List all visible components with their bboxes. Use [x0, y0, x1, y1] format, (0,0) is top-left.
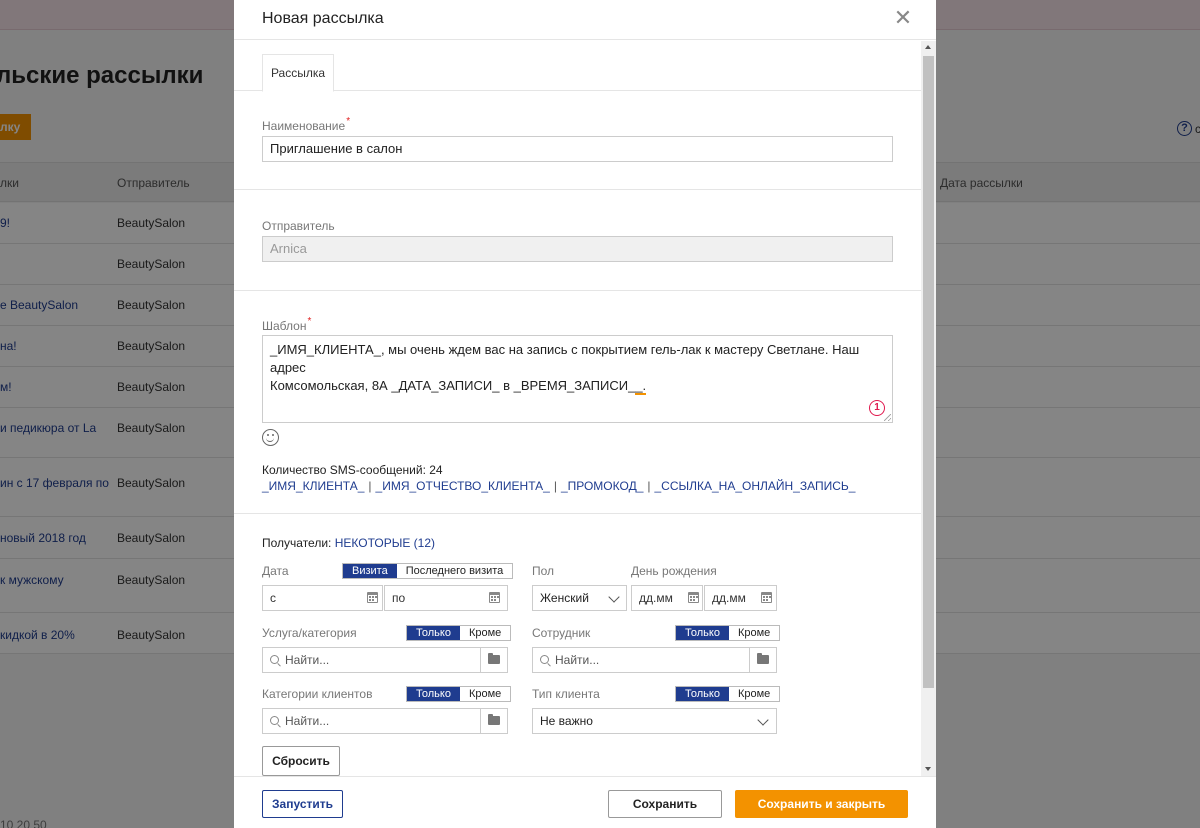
variable-separator: |	[368, 479, 372, 493]
employee-search[interactable]: Найти...	[532, 647, 777, 673]
chevron-down-icon	[608, 591, 620, 603]
client-type-select[interactable]: Не важно	[532, 708, 777, 734]
sender-input: Arnica	[262, 236, 893, 262]
scroll-thumb[interactable]	[923, 56, 934, 688]
modal-body: Рассылка Наименование* Приглашение в сал…	[234, 41, 936, 776]
variable-online-booking-link[interactable]: _ССЫЛКА_НА_ОНЛАЙН_ЗАПИСЬ_	[655, 479, 856, 493]
client-categories-search[interactable]: Найти...	[262, 708, 508, 734]
chevron-down-icon	[757, 714, 769, 726]
search-icon	[270, 655, 279, 664]
gender-label: Пол	[532, 564, 555, 578]
toggle-only[interactable]: Только	[407, 687, 460, 701]
divider	[234, 189, 921, 190]
birthday-label: День рождения	[631, 564, 717, 578]
recipients-summary: Получатели: НЕКОТОРЫЕ (12)	[262, 536, 435, 550]
employee-toggle: Только Кроме	[675, 625, 781, 641]
sender-label: Отправитель	[262, 219, 335, 233]
birthday-to-input[interactable]: дд.мм	[704, 585, 777, 611]
template-variables: _ИМЯ_КЛИЕНТА_ | _ИМЯ_ОТЧЕСТВО_КЛИЕНТА_ | _ПР…	[262, 479, 855, 493]
date-type-toggle: Визита Последнего визита	[342, 563, 514, 579]
date-label: Дата	[262, 564, 289, 578]
recipients-label: Получатели:	[262, 536, 332, 550]
folder-icon	[488, 714, 500, 725]
variable-separator: |	[553, 479, 557, 493]
service-toggle: Только Кроме	[406, 625, 512, 641]
folder-icon	[757, 653, 769, 664]
required-marker: *	[346, 116, 351, 127]
divider	[234, 290, 921, 291]
scroll-up-icon[interactable]	[925, 45, 931, 49]
name-input[interactable]: Приглашение в салон	[262, 136, 893, 162]
client-type-label: Тип клиента	[532, 687, 600, 701]
emoji-icon[interactable]	[262, 429, 279, 446]
required-marker: *	[307, 316, 312, 327]
calendar-icon[interactable]	[489, 592, 500, 603]
toggle-visit[interactable]: Визита	[343, 564, 397, 578]
search-placeholder: Найти...	[285, 653, 330, 667]
employee-label: Сотрудник	[532, 626, 591, 640]
calendar-icon[interactable]	[688, 592, 699, 603]
toggle-except[interactable]: Кроме	[459, 626, 511, 640]
recipients-link[interactable]: НЕКОТОРЫЕ (12)	[335, 536, 435, 550]
scrollbar[interactable]	[921, 41, 936, 776]
divider	[234, 513, 921, 514]
variable-separator: |	[647, 479, 651, 493]
template-line-1: _ИМЯ_КЛИЕНТА_, мы очень ждем вас на запи…	[270, 342, 860, 375]
client-categories-label: Категории клиентов	[262, 687, 373, 701]
birthday-from-input[interactable]: дд.мм	[631, 585, 703, 611]
client-categories-toggle: Только Кроме	[406, 686, 512, 702]
toggle-except[interactable]: Кроме	[728, 626, 780, 640]
gender-select[interactable]: Женский	[532, 585, 627, 611]
reset-button[interactable]: Сбросить	[262, 746, 340, 776]
new-mailing-modal: Новая рассылка ✕ Рассылка Наименование* …	[234, 0, 936, 828]
name-label: Наименование*	[262, 116, 351, 133]
modal-title: Новая рассылка	[262, 10, 384, 27]
toggle-last-visit[interactable]: Последнего визита	[396, 564, 513, 578]
tab-bar: Рассылка	[234, 41, 921, 92]
calendar-icon[interactable]	[761, 592, 772, 603]
text-cursor-marker: _.	[635, 378, 647, 395]
calendar-icon[interactable]	[367, 592, 378, 603]
variable-promocode[interactable]: _ПРОМОКОД_	[561, 479, 643, 493]
toggle-only[interactable]: Только	[676, 626, 729, 640]
variable-client-name-patronymic[interactable]: _ИМЯ_ОТЧЕСТВО_КЛИЕНТА_	[376, 479, 550, 493]
search-placeholder: Найти...	[555, 653, 600, 667]
toggle-except[interactable]: Кроме	[459, 687, 511, 701]
search-placeholder: Найти...	[285, 714, 330, 728]
tab-mailing[interactable]: Рассылка	[262, 54, 334, 92]
folder-icon	[488, 653, 500, 664]
variable-client-name[interactable]: _ИМЯ_КЛИЕНТА_	[262, 479, 364, 493]
service-search[interactable]: Найти...	[262, 647, 508, 673]
save-and-close-button[interactable]: Сохранить и закрыть	[735, 790, 908, 818]
date-from-input[interactable]: с	[262, 585, 383, 611]
browse-button[interactable]	[749, 648, 776, 672]
service-label: Услуга/категория	[262, 626, 357, 640]
browse-button[interactable]	[480, 709, 507, 733]
modal-footer: Запустить Сохранить Сохранить и закрыть	[234, 776, 936, 828]
toggle-except[interactable]: Кроме	[728, 687, 780, 701]
template-line-2: Комсомольская, 8А _ДАТА_ЗАПИСИ_ в _ВРЕМЯ…	[270, 378, 647, 395]
date-to-input[interactable]: по	[384, 585, 508, 611]
modal-header: Новая рассылка ✕	[234, 0, 936, 40]
launch-button[interactable]: Запустить	[262, 790, 343, 818]
scroll-down-icon[interactable]	[925, 767, 931, 771]
close-icon[interactable]: ✕	[893, 7, 913, 29]
template-textarea[interactable]: _ИМЯ_КЛИЕНТА_, мы очень ждем вас на запи…	[262, 335, 893, 423]
browse-button[interactable]	[480, 648, 507, 672]
sms-count: Количество SMS-сообщений: 24	[262, 463, 443, 477]
save-button[interactable]: Сохранить	[608, 790, 722, 818]
search-icon	[540, 655, 549, 664]
template-label: Шаблон*	[262, 316, 312, 333]
error-counter-badge[interactable]: 1	[869, 400, 885, 416]
toggle-only[interactable]: Только	[407, 626, 460, 640]
search-icon	[270, 716, 279, 725]
resize-handle-icon[interactable]	[884, 414, 891, 421]
toggle-only[interactable]: Только	[676, 687, 729, 701]
client-type-toggle: Только Кроме	[675, 686, 781, 702]
